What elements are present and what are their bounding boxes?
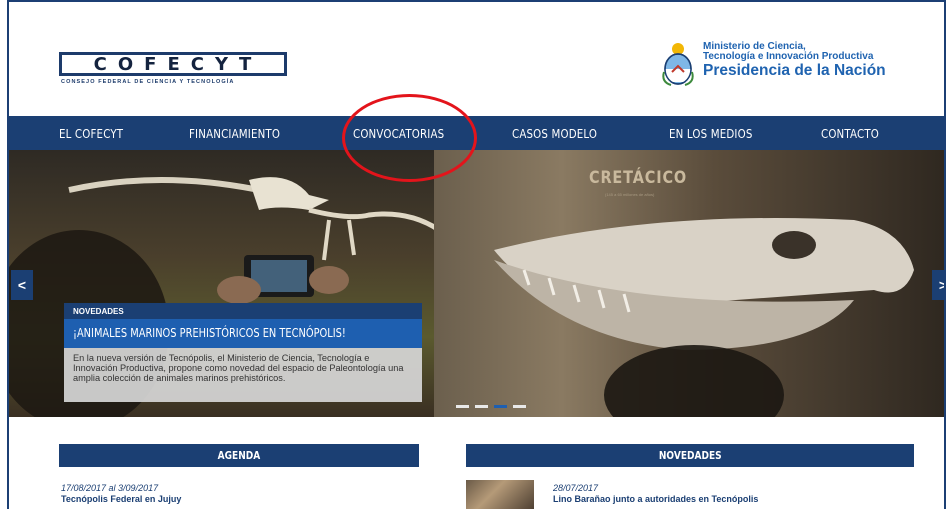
- logo-subtitle: CONSEJO FEDERAL DE CIENCIA Y TECNOLOGÍA: [61, 79, 235, 85]
- nav-item-contacto[interactable]: CONTACTO: [821, 116, 879, 150]
- nav-item-en-los-medios[interactable]: EN LOS MEDIOS: [669, 116, 753, 150]
- slider-dot-2[interactable]: [475, 405, 488, 408]
- chevron-left-icon: <: [17, 277, 27, 293]
- novedades-heading: NOVEDADES: [466, 444, 914, 467]
- browser-page: COFECYT CONSEJO FEDERAL DE CIENCIA Y TEC…: [7, 0, 946, 509]
- ministry-name-line2: Tecnología e Innovación Productiva: [703, 51, 874, 62]
- slider-dots: [456, 405, 526, 408]
- main-nav: EL COFECYT FINANCIAMIENTO CONVOCATORIAS …: [9, 116, 944, 150]
- news-item-date: 28/07/2017: [553, 483, 599, 493]
- agenda-item-title[interactable]: Tecnópolis Federal en Jujuy: [61, 494, 181, 504]
- slide-image-right: [434, 150, 944, 417]
- slider-dot-4[interactable]: [513, 405, 526, 408]
- wall-sign-text: CRETÁCICO: [589, 168, 688, 188]
- slider-dot-3[interactable]: [494, 405, 507, 408]
- logo-text: COFECYT: [93, 53, 263, 75]
- slider-next-button[interactable]: >: [932, 270, 944, 300]
- cofecyt-logo[interactable]: COFECYT: [59, 52, 287, 76]
- nav-item-casos-modelo[interactable]: CASOS MODELO: [512, 116, 597, 150]
- agenda-item-date: 17/08/2017 al 3/09/2017: [61, 483, 159, 493]
- national-shield-icon: [662, 43, 694, 86]
- nav-item-el-cofecyt[interactable]: EL COFECYT: [59, 116, 123, 150]
- slider-prev-button[interactable]: <: [11, 270, 33, 300]
- caption-tag: NOVEDADES: [64, 303, 422, 319]
- nav-item-financiamiento[interactable]: FINANCIAMIENTO: [189, 116, 280, 150]
- chevron-right-icon: >: [939, 277, 944, 293]
- news-item-title[interactable]: Lino Barañao junto a autoridades en Tecn…: [553, 494, 758, 504]
- slide-caption[interactable]: NOVEDADES ¡ANIMALES MARINOS PREHISTÓRICO…: [64, 301, 422, 402]
- nav-item-convocatorias[interactable]: CONVOCATORIAS: [353, 116, 444, 150]
- hero-slider[interactable]: CRETÁCICO (145 a 65 millones de años) < …: [9, 150, 944, 417]
- slider-dot-1[interactable]: [456, 405, 469, 408]
- ministry-logo[interactable]: Ministerio de Ciencia, Tecnología e Inno…: [661, 42, 886, 86]
- caption-title[interactable]: ¡ANIMALES MARINOS PREHISTÓRICOS EN TECNÓ…: [64, 319, 422, 348]
- wall-sign-subtitle: (145 a 65 millones de años): [605, 192, 655, 197]
- marine-reptile-skull-illustration: [494, 218, 914, 417]
- ministry-name-line3: Presidencia de la Nación: [703, 62, 886, 79]
- news-thumbnail[interactable]: [466, 480, 534, 509]
- agenda-heading: AGENDA: [59, 444, 419, 467]
- caption-body: En la nueva versión de Tecnópolis, el Mi…: [64, 348, 422, 402]
